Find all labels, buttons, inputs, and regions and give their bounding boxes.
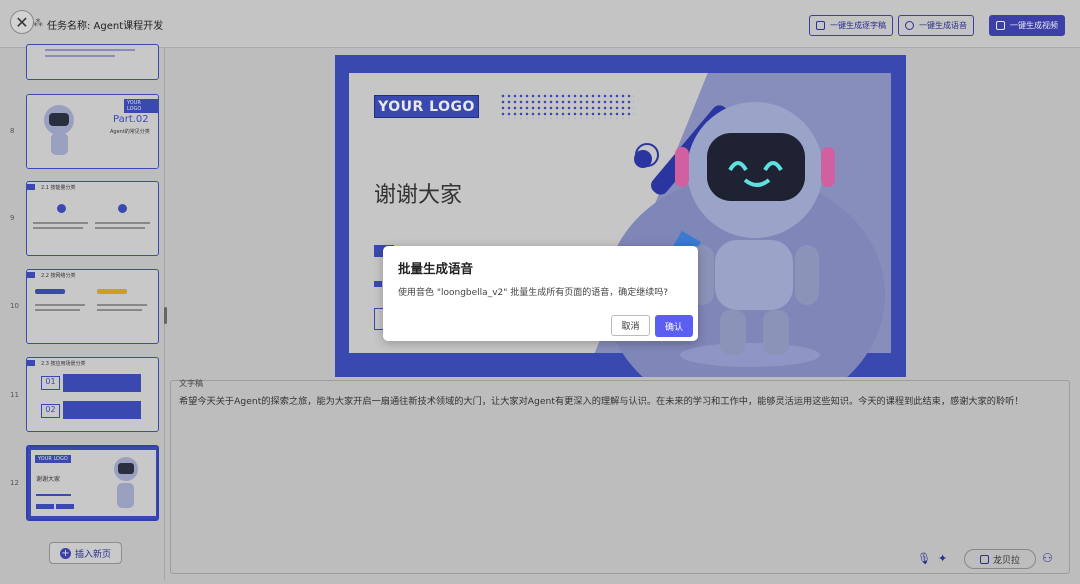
plus-icon: +: [59, 547, 71, 559]
slide-thumbnail-8[interactable]: YOUR LOGO Part.02 Agent的常见分类: [26, 94, 159, 169]
slide-logo: YOUR LOGO: [374, 95, 479, 118]
slide-sidebar: 8 YOUR LOGO Part.02 Agent的常见分类 9 2.1 按能量…: [0, 44, 167, 580]
close-icon: ✕: [15, 12, 29, 32]
voice-select-button[interactable]: 龙贝拉: [964, 549, 1036, 569]
film-icon: [996, 21, 1005, 30]
cancel-button[interactable]: 取消: [611, 315, 650, 336]
confirm-dialog: 批量生成语音 使用音色 "loongbella_v2" 批量生成所有页面的语音，…: [383, 246, 698, 341]
confirm-button[interactable]: 确认: [655, 315, 693, 337]
film-icon: [816, 21, 825, 30]
slide-number: 11: [10, 391, 19, 399]
close-button[interactable]: ✕: [10, 10, 34, 34]
dots-decoration: [500, 93, 634, 119]
slide-number: 9: [10, 214, 15, 222]
script-label: 文字稿: [179, 379, 203, 388]
slide-thumbnail-11[interactable]: 2.3 按应用场景分类 01 02: [26, 357, 159, 432]
slide-number: 10: [10, 302, 19, 310]
thumb-heading: 谢谢大家: [36, 476, 61, 483]
generate-video-button[interactable]: 一键生成视频: [989, 15, 1065, 36]
slide-title: 谢谢大家: [374, 183, 463, 208]
thumb-logo: YOUR LOGO: [35, 455, 71, 463]
slide-number: 12: [10, 479, 19, 487]
thumb-sub: Agent的常见分类: [110, 129, 150, 135]
collapse-icon[interactable]: ⁂: [33, 18, 43, 29]
slide-thumbnail-12[interactable]: YOUR LOGO 谢谢大家: [26, 445, 159, 521]
generate-voice-button[interactable]: 一键生成语音: [898, 15, 974, 36]
insert-slide-button[interactable]: + 插入新页: [49, 542, 122, 564]
voice-icon: [905, 21, 914, 30]
script-text[interactable]: 希望今天关于Agent的探索之旅，能为大家开启一扇通往新技术领域的大门，让大家对…: [179, 393, 1024, 407]
slide-number: 8: [10, 127, 15, 135]
generate-subtitle-button[interactable]: 一键生成逐字稿: [809, 15, 893, 36]
slide-thumbnail-10[interactable]: 2.2 按网络分类: [26, 269, 159, 344]
task-title: 任务名称: Agent课程开发: [47, 21, 164, 32]
dialog-message: 使用音色 "loongbella_v2" 批量生成所有页面的语音，确定继续吗?: [398, 288, 669, 298]
top-bar: ✕ ⁂ 任务名称: Agent课程开发 一键生成逐字稿 一键生成语音 一键生成视…: [0, 0, 1080, 48]
voice-icon: [979, 554, 989, 564]
sidebar-resize-handle[interactable]: [164, 307, 167, 324]
magic-wand-icon[interactable]: ✦: [938, 552, 947, 565]
slide-accent-mark: [374, 281, 382, 287]
slide-thumbnail-7[interactable]: [26, 44, 159, 80]
microphone-icon[interactable]: 🎙: [917, 552, 931, 565]
thumb-heading: 2.1 按能量分类: [41, 185, 76, 191]
slide-thumbnail-9[interactable]: 2.1 按能量分类: [26, 181, 159, 256]
dialog-title: 批量生成语音: [398, 261, 474, 276]
thumb-item: 01: [41, 376, 60, 390]
thumb-heading: 2.3 按应用场景分类: [41, 361, 86, 367]
thumb-item: 02: [41, 404, 60, 418]
script-editor[interactable]: [170, 380, 1070, 574]
thumb-heading: 2.2 按网络分类: [41, 273, 76, 279]
thumb-logo: YOUR LOGO: [124, 99, 158, 113]
person-voice-icon[interactable]: ⚇: [1042, 551, 1053, 565]
thumb-part: Part.02: [113, 114, 149, 125]
